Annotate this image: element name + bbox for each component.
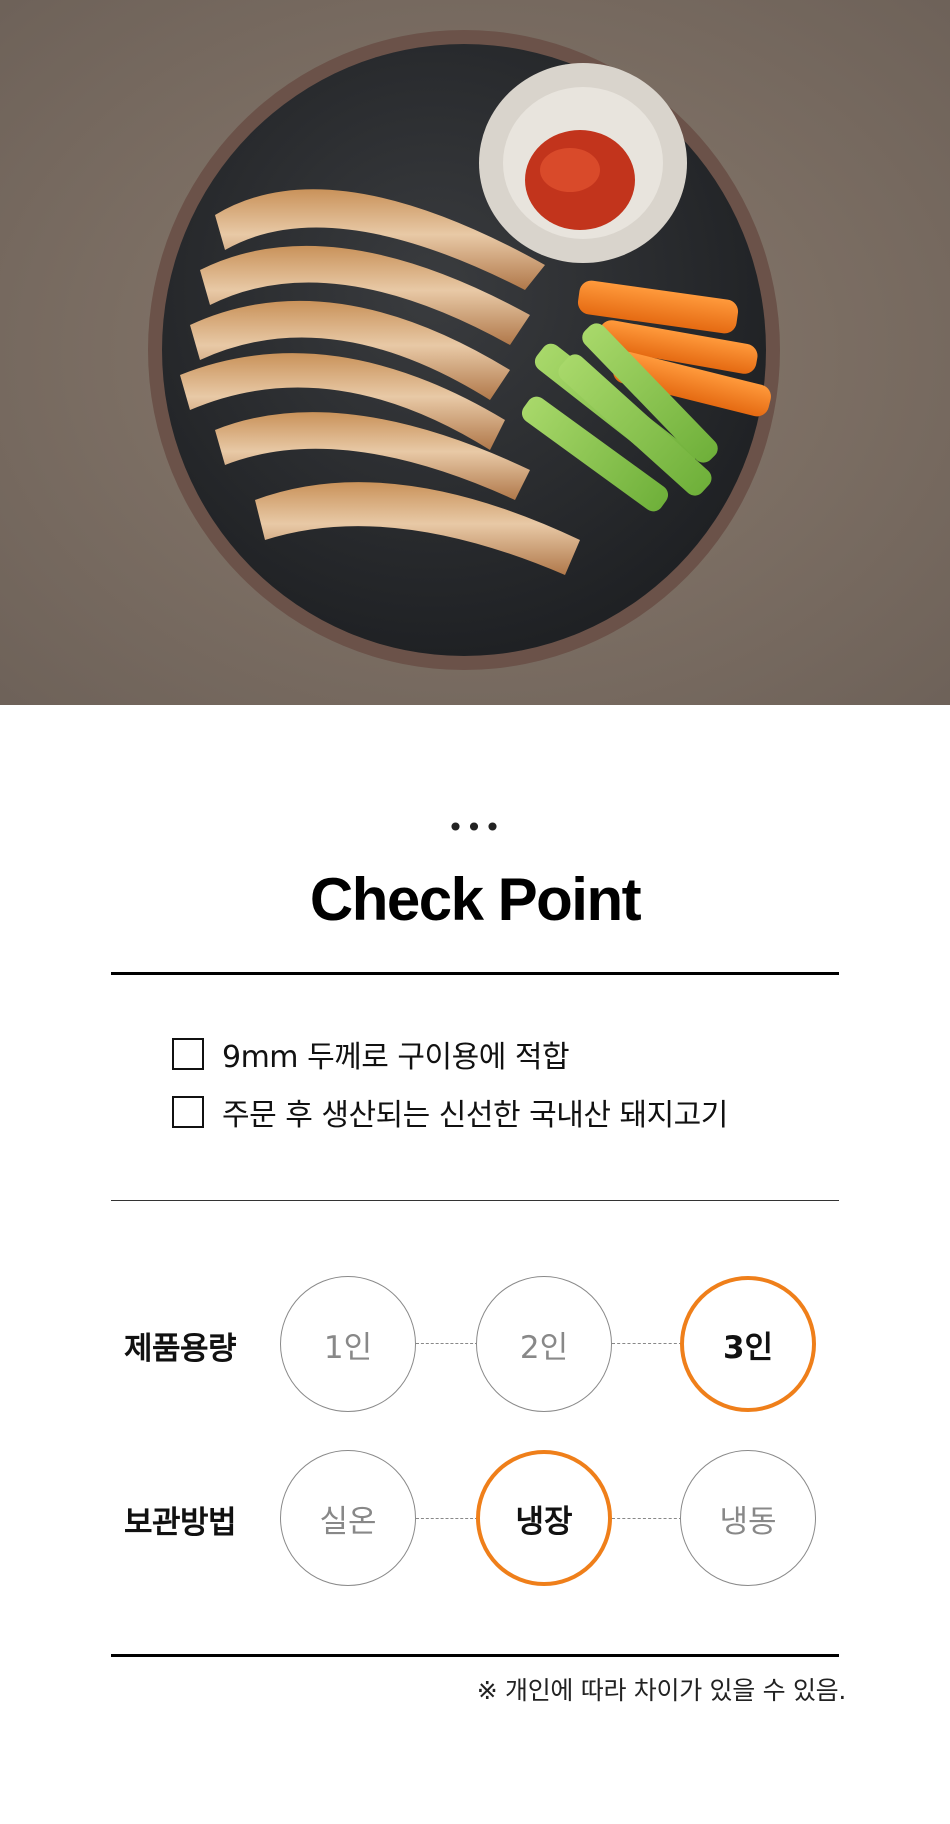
bottom-divider [111, 1654, 839, 1657]
storage-option-frozen: 냉동 [680, 1450, 816, 1586]
connector-line [416, 1518, 478, 1519]
hero-photo [0, 0, 950, 705]
connector-line [416, 1343, 478, 1344]
capacity-label: 제품용량 [124, 1331, 237, 1367]
storage-option-refrigerated-selected: 냉장 [476, 1450, 612, 1586]
capacity-option-2: 2인 [476, 1276, 612, 1412]
capacity-option-1: 1인 [280, 1276, 416, 1412]
storage-label: 보관방법 [124, 1505, 237, 1541]
checkbox-icon [172, 1038, 204, 1070]
checklist-item-text: 9mm 두께로 구이용에 적합 [222, 1040, 570, 1075]
checklist: 9mm 두께로 구이용에 적합 주문 후 생산되는 신선한 국내산 돼지고기 [172, 1036, 728, 1152]
connector-line [612, 1518, 682, 1519]
grilled-pork-plate-image [0, 0, 950, 705]
ellipsis-decoration: ••• [447, 811, 503, 844]
storage-option-room-temp: 실온 [280, 1450, 416, 1586]
checklist-item-text: 주문 후 생산되는 신선한 국내산 돼지고기 [222, 1098, 728, 1133]
capacity-option-3-selected: 3인 [680, 1276, 816, 1412]
checklist-item: 9mm 두께로 구이용에 적합 [172, 1036, 728, 1075]
middle-divider [111, 1200, 839, 1201]
checklist-item: 주문 후 생산되는 신선한 국내산 돼지고기 [172, 1094, 728, 1133]
footnote: ※ 개인에 따라 차이가 있을 수 있음. [476, 1676, 847, 1705]
checkbox-icon [172, 1096, 204, 1128]
connector-line [612, 1343, 682, 1344]
section-title: Check Point [309, 866, 642, 933]
top-divider [111, 972, 839, 975]
